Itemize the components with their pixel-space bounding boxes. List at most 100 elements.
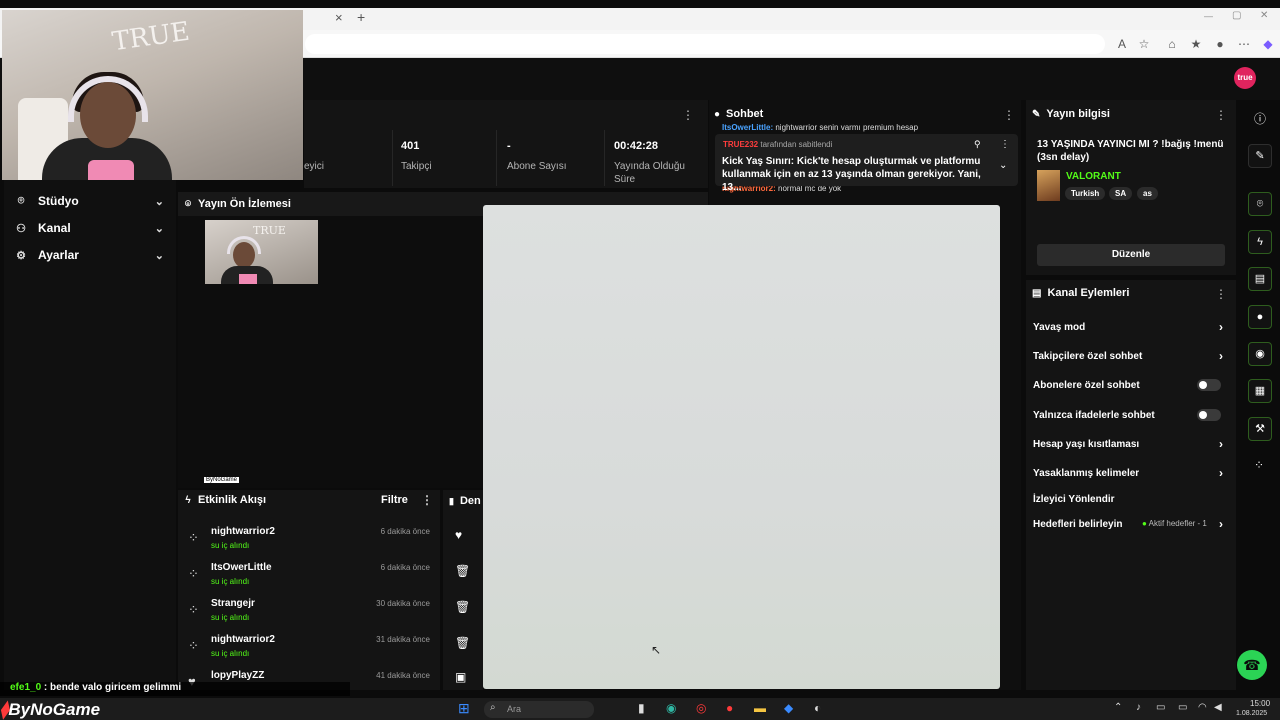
microphone-icon[interactable]: ♪ — [1136, 702, 1141, 713]
edge-icon[interactable]: ◉ — [666, 701, 676, 715]
wrench-icon[interactable]: ⚒ — [1248, 417, 1272, 441]
chevron-right-icon: › — [1219, 466, 1223, 480]
feed-menu-icon[interactable]: ⋮ — [421, 493, 433, 507]
window-minimize-icon[interactable]: — — [1204, 11, 1213, 21]
drops-icon: ⁘ — [188, 566, 199, 581]
extension-icon[interactable]: ⌂ — [1162, 30, 1182, 58]
pinned-menu-icon[interactable]: ⋮ — [1000, 139, 1010, 150]
stat-subscribers-value: - — [507, 140, 511, 152]
chevron-down-icon: ⌄ — [154, 222, 164, 235]
favorites-icon[interactable]: ★ — [1186, 30, 1206, 58]
chevron-right-icon: › — [1219, 320, 1223, 334]
taskbar-time[interactable]: 15:00 — [1250, 699, 1270, 708]
shield-icon[interactable]: ◆ — [784, 701, 793, 715]
sidebar-item-studio[interactable]: ⌾ Stüdyo ⌄ — [4, 188, 176, 214]
windows-taskbar: ⊞ ⌕ Ara ▮ ◉ ◎ ● ▬ ◆ ◐ ⌃ ♪ ▭ ▭ ◠ ◀ 15:00 … — [0, 698, 1280, 720]
layout-icon[interactable]: ▦ — [1248, 379, 1272, 403]
action-slow-mode[interactable]: Yavaş mod › — [1033, 317, 1229, 337]
list-item[interactable]: ⁘ nightwarrior2 su iç alındı 6 dakika ön… — [178, 520, 440, 556]
sidebar-item-settings[interactable]: ⚙ Ayarlar ⌄ — [4, 242, 176, 268]
tag-badge: Turkish — [1065, 187, 1106, 200]
wrench-icon: ✎ — [1032, 108, 1041, 120]
chat-message: ItsOwerLittle: nightwarrior senin varmı … — [722, 123, 919, 132]
list-item[interactable]: ⁘ nightwarrior2 su iç alındı 31 dakika ö… — [178, 628, 440, 664]
blank-overlay-window: ↖ — [483, 205, 1000, 689]
wifi-icon[interactable]: ◠ — [1198, 702, 1207, 713]
secondary-list-header: ▮ Den — [449, 495, 481, 507]
activity-feed: ϟ Etkinlik Akışı Filtre ⋮ ⁘ nightwarrior… — [178, 490, 440, 690]
trash-icon[interactable]: 🗑 — [455, 636, 470, 650]
category-name[interactable]: VALORANT — [1066, 171, 1121, 182]
app-icon[interactable]: ● — [726, 701, 733, 715]
edit-icon[interactable]: ✎ — [1248, 144, 1272, 168]
action-banned-words[interactable]: Yasaklanmış kelimeler › — [1033, 463, 1229, 483]
more-icon[interactable]: ⁘ — [1254, 458, 1264, 472]
action-host-viewers[interactable]: İzleyici Yönlendir — [1033, 489, 1229, 509]
info-icon[interactable]: ⓘ — [1254, 110, 1266, 127]
list-item[interactable]: ⁘ ItsOwerLittle su iç alındı 6 dakika ön… — [178, 556, 440, 592]
trash-icon[interactable]: 🗑 — [455, 600, 470, 614]
action-followers-only[interactable]: Takipçilere özel sohbet › — [1033, 346, 1229, 366]
battery-icon[interactable]: ▭ — [1178, 702, 1187, 713]
chevron-down-icon[interactable]: ⌄ — [999, 160, 1007, 171]
copilot-icon[interactable]: ◆ — [1258, 30, 1278, 58]
goal-status: ● Aktif hedefler - 1 — [1142, 519, 1207, 528]
window-maximize-icon[interactable]: ▢ — [1232, 10, 1241, 21]
drops-icon: ⁘ — [188, 602, 199, 617]
stats-menu-icon[interactable]: ⋮ — [682, 108, 694, 122]
file-explorer-icon[interactable]: ▬ — [754, 701, 766, 715]
favorite-star-icon[interactable]: ☆ — [1134, 30, 1154, 58]
studio-icon: ⌾ — [17, 194, 25, 207]
stream-info-header: ✎ Yayın bilgisi — [1032, 108, 1110, 120]
chevron-up-icon[interactable]: ⌃ — [1114, 702, 1122, 713]
keyboard-icon[interactable]: ▭ — [1156, 702, 1165, 713]
new-tab-icon[interactable]: + — [357, 9, 365, 25]
trash-icon[interactable]: 🗑 — [455, 564, 470, 578]
filter-button[interactable]: Filtre — [381, 494, 408, 506]
url-input[interactable] — [305, 34, 1105, 54]
chevron-down-icon: ⌄ — [154, 195, 164, 208]
lightning-icon[interactable]: ϟ — [1248, 230, 1272, 254]
profile-icon[interactable]: ● — [1210, 30, 1230, 58]
taskbar-date[interactable]: 1.08.2025 — [1236, 710, 1267, 717]
right-icon-bar: ⓘ ✎ ⌾ ϟ ▤ ● ◉ ▦ ⚒ ⁘ — [1240, 100, 1280, 690]
preview-title: Yayın Ön İzlemesi — [198, 198, 291, 210]
list-item[interactable]: ⁘ Strangejr su iç alındı 30 dakika önce — [178, 592, 440, 628]
preview-icon: ⌾ — [185, 198, 191, 210]
action-set-goals[interactable]: Hedefleri belirleyin ● Aktif hedefler - … — [1033, 514, 1229, 534]
webcam-shirt-print — [88, 160, 134, 180]
window-close-icon[interactable]: ✕ — [1260, 10, 1268, 21]
sidebar-item-channel[interactable]: ⚇ Kanal ⌄ — [4, 215, 176, 241]
secondary-list: ▮ Den ♥ 🗑 🗑 🗑 ▣ — [443, 490, 483, 690]
drops-icon: ⁘ — [188, 638, 199, 653]
windows-start-icon[interactable]: ⊞ — [458, 700, 470, 717]
chat-icon[interactable]: ● — [1248, 305, 1272, 329]
gear-icon: ⚙ — [16, 249, 26, 262]
browser-menu-icon[interactable]: ⋯ — [1234, 30, 1254, 58]
pinned-message[interactable]: TRUE232 tarafından sabitlendi Kick Yaş S… — [715, 134, 1018, 193]
preview-icon[interactable]: ⌾ — [1248, 192, 1272, 216]
emotes-only-toggle[interactable] — [1197, 409, 1221, 421]
channel-actions-menu-icon[interactable]: ⋮ — [1215, 287, 1227, 301]
drops-icon: ⁘ — [188, 530, 199, 545]
stream-info-menu-icon[interactable]: ⋮ — [1215, 108, 1227, 122]
tab-close-icon[interactable]: × — [335, 10, 343, 25]
task-view-icon[interactable]: ▮ — [638, 701, 645, 715]
edit-button[interactable]: Düzenle — [1037, 244, 1225, 266]
support-chat-icon[interactable]: ☎ — [1237, 650, 1267, 680]
broadcast-icon[interactable]: ◉ — [1248, 342, 1272, 366]
pin-icon[interactable]: ⚲ — [974, 139, 981, 150]
obs-icon[interactable]: ◐ — [814, 701, 821, 715]
bynogame-logo: ⧫ByNoGame — [0, 700, 101, 719]
volume-icon[interactable]: ◀ — [1214, 702, 1222, 713]
taskbar-search-input[interactable]: ⌕ Ara — [484, 701, 594, 718]
chat-menu-icon[interactable]: ⋮ — [1003, 108, 1015, 122]
read-aloud-icon[interactable]: A — [1112, 30, 1132, 58]
subscribers-only-toggle[interactable] — [1197, 379, 1221, 391]
opera-icon[interactable]: ◎ — [696, 701, 706, 715]
action-account-age[interactable]: Hesap yaşı kısıtlaması › — [1033, 434, 1229, 454]
sidebar-item-label: Ayarlar — [38, 248, 79, 262]
document-icon[interactable]: ▤ — [1248, 267, 1272, 291]
avatar[interactable]: true — [1234, 67, 1256, 89]
lightning-icon: ϟ — [185, 494, 191, 506]
